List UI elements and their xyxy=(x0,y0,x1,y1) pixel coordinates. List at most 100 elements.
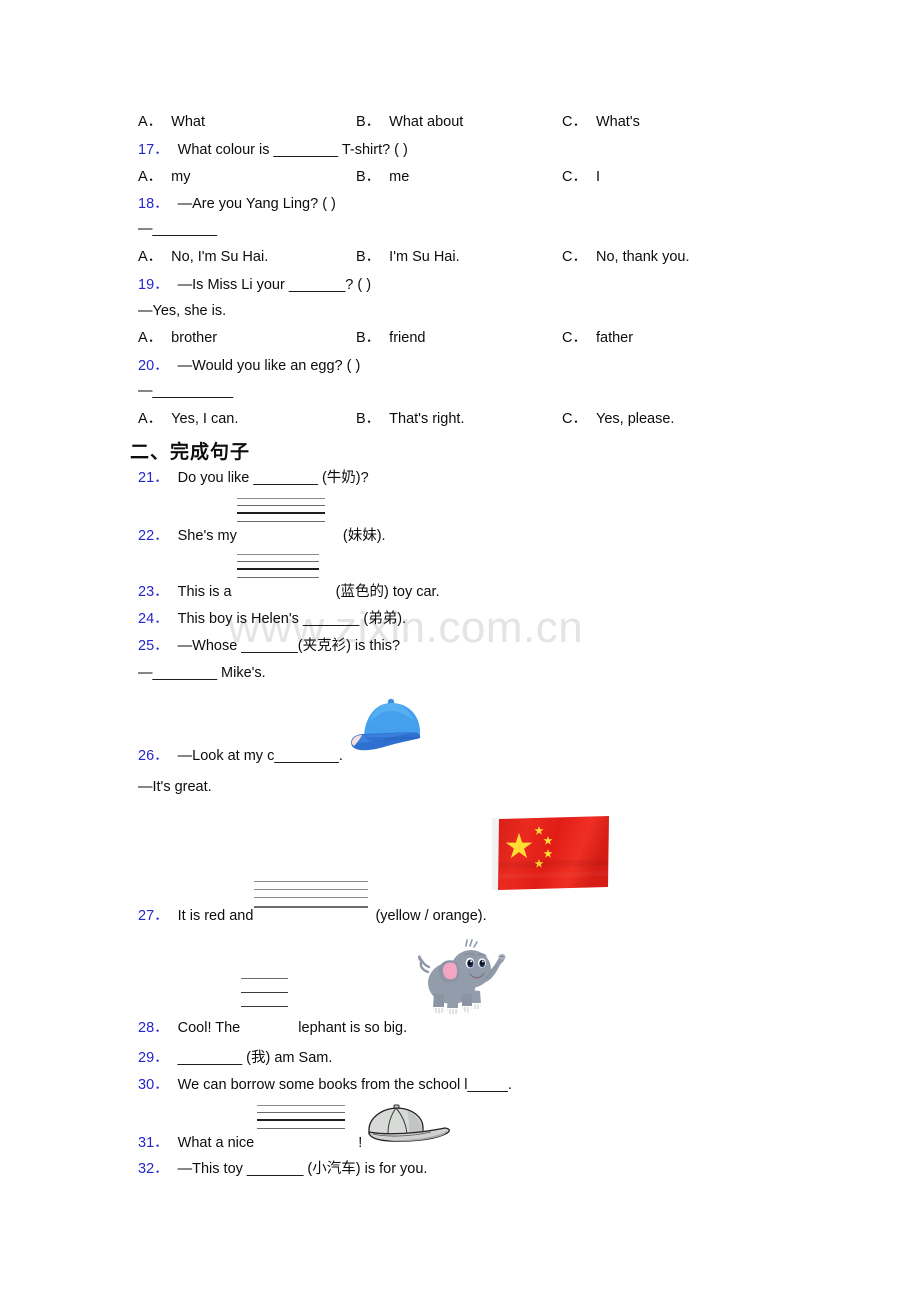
question-number: 25． xyxy=(138,638,169,654)
option-text: I'm Su Hai. xyxy=(389,249,460,265)
question-19-answer-line: —Yes, she is. xyxy=(138,304,226,319)
question-number: 27． xyxy=(138,908,169,924)
question-19-option-c[interactable]: C． father xyxy=(562,331,633,346)
option-label: B． xyxy=(356,330,381,346)
question-text: Cool! The xyxy=(177,1020,241,1036)
question-25-answer-line: —________ Mike's. xyxy=(138,666,266,681)
question-20-option-a[interactable]: A． Yes, I can. xyxy=(138,412,238,427)
question-26: 26． —Look at my c________. xyxy=(138,749,343,764)
answer-lines-27[interactable] xyxy=(254,881,368,908)
question-32: 32． —This toy _______ (小汽车) is for you. xyxy=(138,1162,427,1177)
question-number: 29． xyxy=(138,1050,169,1066)
answer-lines-28[interactable] xyxy=(241,978,288,1007)
question-18-option-b[interactable]: B． I'm Su Hai. xyxy=(356,250,460,265)
option-text: brother xyxy=(171,330,218,346)
answer-lines-23[interactable] xyxy=(237,554,319,578)
option-label: A． xyxy=(138,249,163,265)
option-text: father xyxy=(595,330,634,346)
question-24: 24． This boy is Helen's _______ (弟弟). xyxy=(138,612,406,627)
question-28: 28． Cool! The lephant is so big. xyxy=(138,1021,407,1036)
option-label: C． xyxy=(562,411,587,427)
question-text: ________ (我) am Sam. xyxy=(177,1050,333,1066)
answer-lines-22[interactable] xyxy=(237,498,325,522)
question-22: 22． She's my (妹妹). xyxy=(138,529,386,544)
blue-baseball-cap-image xyxy=(348,694,430,756)
question-27: 27． It is red and (yellow / orange). xyxy=(138,909,487,924)
question-17: 17． What colour is ________ T-shirt? ( ) xyxy=(138,143,408,158)
question-number: 22． xyxy=(138,528,169,544)
option-text: my xyxy=(171,169,191,185)
question-stem: —Would you like an egg? ( ) xyxy=(177,358,361,374)
question-29: 29． ________ (我) am Sam. xyxy=(138,1051,332,1066)
question-20-answer-line: —__________ xyxy=(138,384,233,399)
question-number: 20． xyxy=(138,358,169,374)
option-row-carry-a[interactable]: A． What xyxy=(138,115,205,130)
option-text: That's right. xyxy=(389,411,465,427)
question-17-option-a[interactable]: A． my xyxy=(138,170,191,185)
question-25: 25． —Whose _______(夹克衫) is this? xyxy=(138,639,400,654)
option-label: A． xyxy=(138,114,163,130)
question-text-line2: —________ Mike's. xyxy=(138,665,266,681)
section-two-heading: 二、完成句子 xyxy=(130,441,251,463)
question-text: —This toy _______ (小汽车) is for you. xyxy=(177,1161,428,1177)
question-stem-line2: —__________ xyxy=(138,383,234,399)
option-text: What's xyxy=(595,114,640,130)
question-number: 23． xyxy=(138,584,169,600)
option-label: C． xyxy=(562,114,587,130)
question-tail: (蓝色的) toy car. xyxy=(335,584,440,600)
question-23: 23． This is a (蓝色的) toy car. xyxy=(138,585,440,600)
question-20-option-b[interactable]: B． That's right. xyxy=(356,412,464,427)
option-row-carry-b[interactable]: B． What about xyxy=(356,115,463,130)
question-number: 26． xyxy=(138,748,169,764)
question-number: 28． xyxy=(138,1020,169,1036)
question-17-option-b[interactable]: B． me xyxy=(356,170,409,185)
option-label: B． xyxy=(356,114,381,130)
question-18: 18． —Are you Yang Ling? ( ) xyxy=(138,197,336,212)
option-text: No, I'm Su Hai. xyxy=(171,249,269,265)
question-tail: (yellow / orange). xyxy=(375,908,487,924)
flag-of-china-image xyxy=(492,816,610,892)
option-row-carry-c[interactable]: C． What's xyxy=(562,115,640,130)
question-17-option-c[interactable]: C． I xyxy=(562,170,600,185)
question-18-option-a[interactable]: A． No, I'm Su Hai. xyxy=(138,250,268,265)
option-label: B． xyxy=(356,411,381,427)
question-stem: What colour is ________ T-shirt? ( ) xyxy=(177,142,408,158)
question-number: 30． xyxy=(138,1077,169,1093)
question-stem: —Is Miss Li your _______? ( ) xyxy=(177,277,372,293)
question-stem-line2: —Yes, she is. xyxy=(138,303,227,319)
cartoon-elephant-image xyxy=(414,938,506,1018)
option-text: me xyxy=(389,169,410,185)
question-30: 30． We can borrow some books from the sch… xyxy=(138,1078,512,1093)
option-label: C． xyxy=(562,249,587,265)
question-text: What a nice xyxy=(177,1135,255,1151)
option-label: C． xyxy=(562,330,587,346)
question-text: This boy is Helen's _______ (弟弟). xyxy=(177,611,407,627)
question-number: 19． xyxy=(138,277,169,293)
question-tail: ! xyxy=(358,1135,363,1151)
question-20: 20． —Would you like an egg? ( ) xyxy=(138,359,360,374)
question-text: This is a xyxy=(177,584,232,600)
answer-lines-31[interactable] xyxy=(257,1105,345,1129)
question-19-option-b[interactable]: B． friend xyxy=(356,331,425,346)
question-19: 19． —Is Miss Li your _______? ( ) xyxy=(138,278,371,293)
gray-baseball-cap-image xyxy=(365,1104,455,1146)
option-label: B． xyxy=(356,249,381,265)
option-label: A． xyxy=(138,169,163,185)
question-19-option-a[interactable]: A． brother xyxy=(138,331,217,346)
question-stem-line2: —________ xyxy=(138,221,218,237)
question-number: 24． xyxy=(138,611,169,627)
option-label: A． xyxy=(138,411,163,427)
question-18-option-c[interactable]: C． No, thank you. xyxy=(562,250,689,265)
option-label: B． xyxy=(356,169,381,185)
question-text: It is red and xyxy=(177,908,254,924)
question-text: —Whose _______(夹克衫) is this? xyxy=(177,638,401,654)
question-number: 21． xyxy=(138,470,169,486)
question-20-option-c[interactable]: C． Yes, please. xyxy=(562,412,674,427)
option-text: I xyxy=(595,169,601,185)
question-text: She's my xyxy=(177,528,237,544)
option-label: A． xyxy=(138,330,163,346)
option-text: No, thank you. xyxy=(595,249,690,265)
question-text: Do you like ________ (牛奶)? xyxy=(177,470,369,486)
option-text: friend xyxy=(389,330,426,346)
option-text: What about xyxy=(389,114,464,130)
